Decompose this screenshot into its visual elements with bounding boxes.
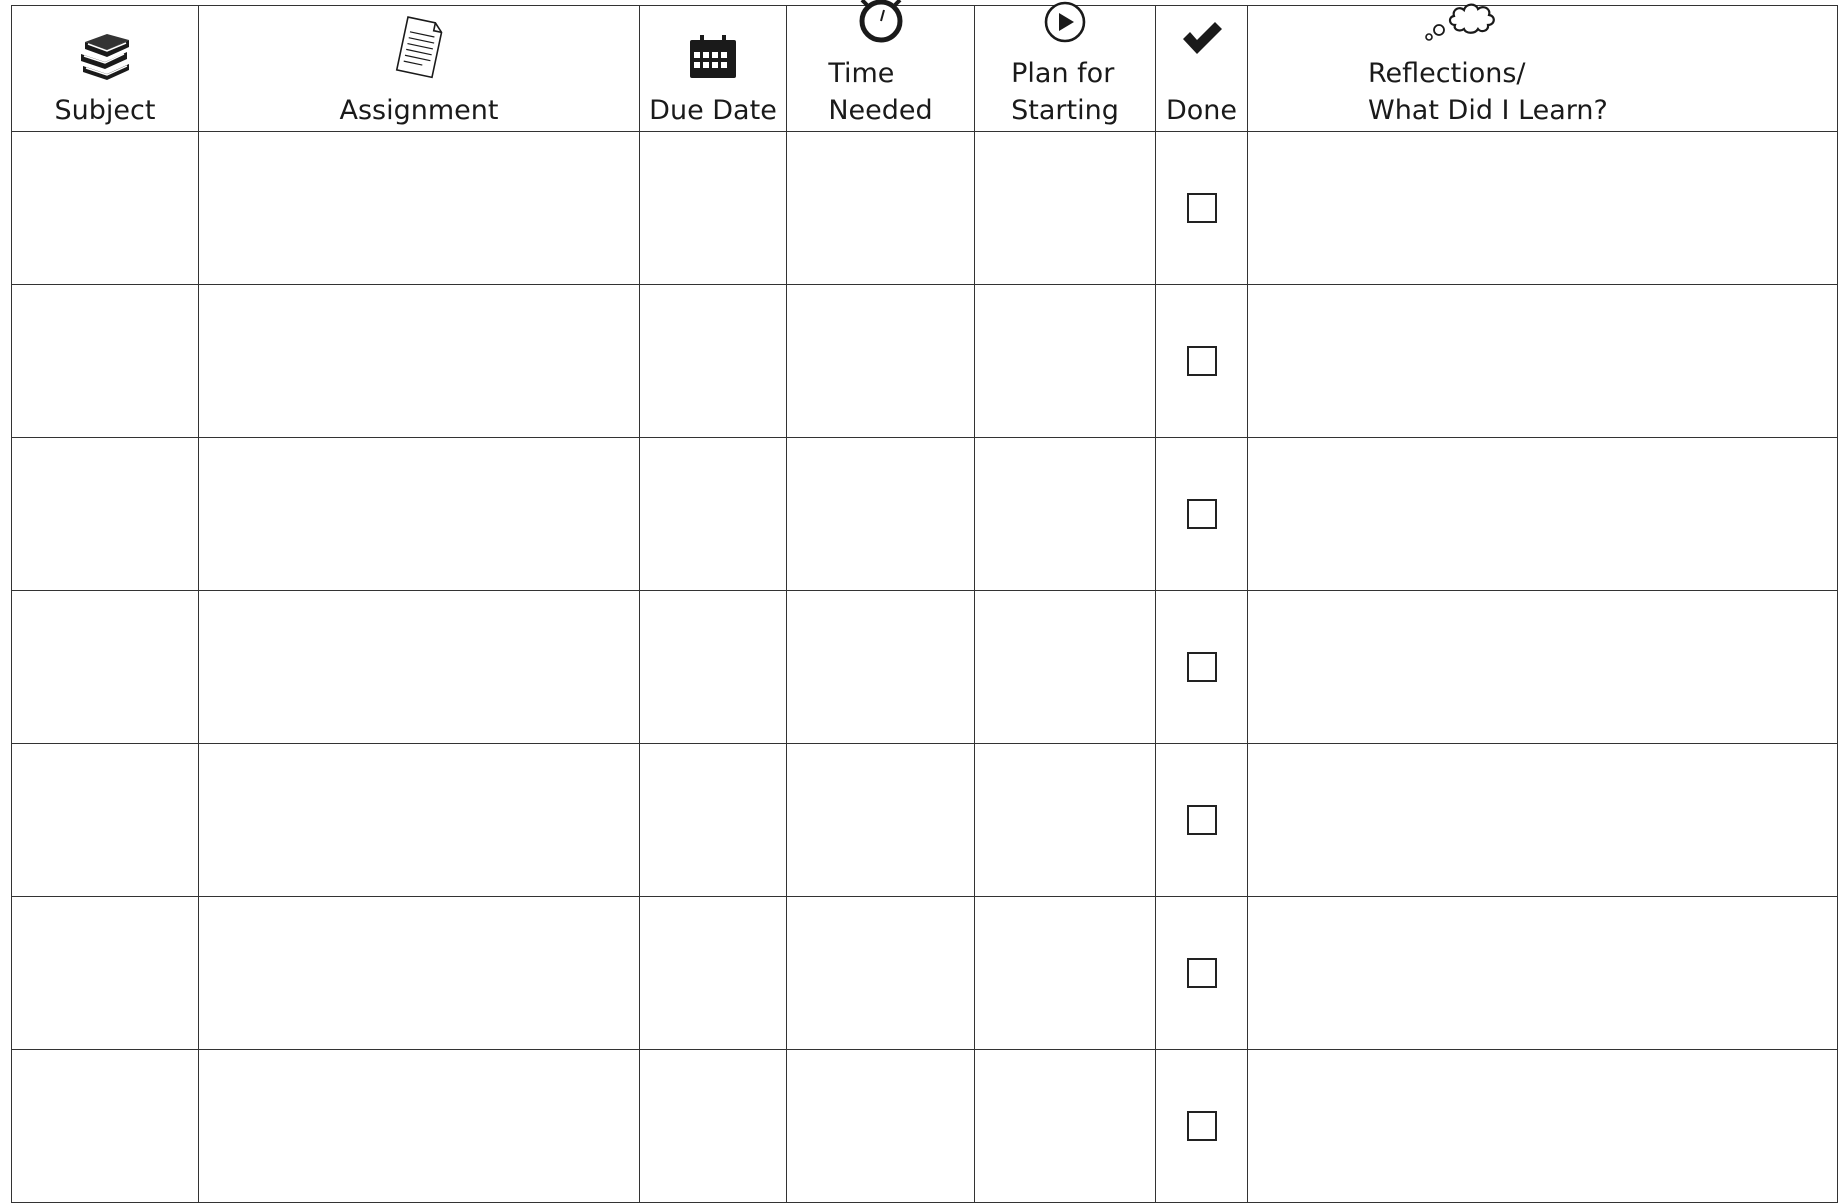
plan-for-starting-column-header: Plan for Starting [974,1,1156,132]
reflections-cell[interactable] [1247,1049,1838,1203]
time-needed-cell[interactable] [786,896,975,1050]
done-cell [1155,743,1248,897]
done-checkbox[interactable] [1186,652,1217,682]
assignment-row [11,437,1838,591]
time-needed-cell[interactable] [786,743,975,897]
subject-column-header: Subject [11,5,199,132]
assignment-row [11,896,1838,1050]
assignment-row [11,590,1838,744]
assignment-row [11,131,1838,285]
reflections-cell[interactable] [1247,284,1838,438]
done-checkbox[interactable] [1186,1111,1217,1141]
assignment-cell[interactable] [198,896,640,1050]
books-icon [77,34,133,90]
subject-cell[interactable] [11,896,199,1050]
thought-bubble-icon [1423,0,1507,53]
assignment-cell[interactable] [198,743,640,897]
plan-for-starting-cell[interactable] [974,437,1156,591]
done-checkbox[interactable] [1186,193,1217,223]
done-cell [1155,437,1248,591]
time-needed-cell[interactable] [786,437,975,591]
done-cell [1155,284,1248,438]
time-needed-column-header: Time Needed [786,0,975,132]
assignment-cell[interactable] [198,1049,640,1203]
assignment-row [11,1049,1838,1203]
reflections-cell[interactable] [1247,896,1838,1050]
done-cell [1155,1049,1248,1203]
due-date-cell[interactable] [639,896,787,1050]
subject-cell[interactable] [11,1049,199,1203]
time-needed-cell[interactable] [786,1049,975,1203]
reflections-cell[interactable] [1247,131,1838,285]
plan-for-starting-cell[interactable] [974,743,1156,897]
document-icon [390,14,448,90]
time-needed-cell[interactable] [786,131,975,285]
plan-for-starting-cell[interactable] [974,590,1156,744]
due-date-cell[interactable] [639,743,787,897]
done-checkbox[interactable] [1186,958,1217,988]
done-cell [1155,131,1248,285]
reflections-column-header: Reflections/ What Did I Learn? [1247,3,1838,132]
time-needed-cell[interactable] [786,284,975,438]
subject-column-label: Subject [54,95,156,126]
done-checkbox[interactable] [1186,499,1217,529]
time-needed-column-label: Time Needed [828,58,933,126]
assignment-planner-table: Subject Assignment Due Date Time Needed … [11,0,1838,1203]
assignment-row [11,743,1838,897]
assignment-row [11,284,1838,438]
due-date-cell[interactable] [639,1049,787,1203]
plan-for-starting-column-label: Plan for Starting [1011,58,1119,126]
checkmark-icon [1181,20,1223,66]
assignment-cell[interactable] [198,284,640,438]
plan-for-starting-cell[interactable] [974,896,1156,1050]
calendar-icon [688,34,738,90]
due-date-cell[interactable] [639,590,787,744]
done-checkbox[interactable] [1186,805,1217,835]
plan-for-starting-cell[interactable] [974,284,1156,438]
header-row: Subject Assignment Due Date Time Needed … [11,0,1838,132]
due-date-cell[interactable] [639,131,787,285]
assignment-planner-sheet: Subject Assignment Due Date Time Needed … [0,0,1841,1203]
done-column-label: Done [1165,95,1238,126]
done-checkbox[interactable] [1186,346,1217,376]
time-needed-cell[interactable] [786,590,975,744]
assignment-cell[interactable] [198,437,640,591]
subject-cell[interactable] [11,437,199,591]
subject-cell[interactable] [11,284,199,438]
play-icon [1039,1,1091,53]
reflections-cell[interactable] [1247,743,1838,897]
plan-for-starting-cell[interactable] [974,131,1156,285]
done-cell [1155,590,1248,744]
due-date-column-header: Due Date [639,5,787,132]
assignment-cell[interactable] [198,131,640,285]
done-cell [1155,896,1248,1050]
subject-cell[interactable] [11,131,199,285]
assignment-column-label: Assignment [339,95,499,126]
stopwatch-icon [856,0,906,53]
reflections-cell[interactable] [1247,590,1838,744]
plan-for-starting-cell[interactable] [974,1049,1156,1203]
assignment-cell[interactable] [198,590,640,744]
reflections-cell[interactable] [1247,437,1838,591]
assignment-column-header: Assignment [198,5,640,132]
due-date-column-label: Due Date [649,95,777,126]
subject-cell[interactable] [11,743,199,897]
due-date-cell[interactable] [639,437,787,591]
subject-cell[interactable] [11,590,199,744]
due-date-cell[interactable] [639,284,787,438]
done-column-header: Done [1155,5,1248,132]
reflections-column-label: Reflections/ What Did I Learn? [1368,58,1608,126]
